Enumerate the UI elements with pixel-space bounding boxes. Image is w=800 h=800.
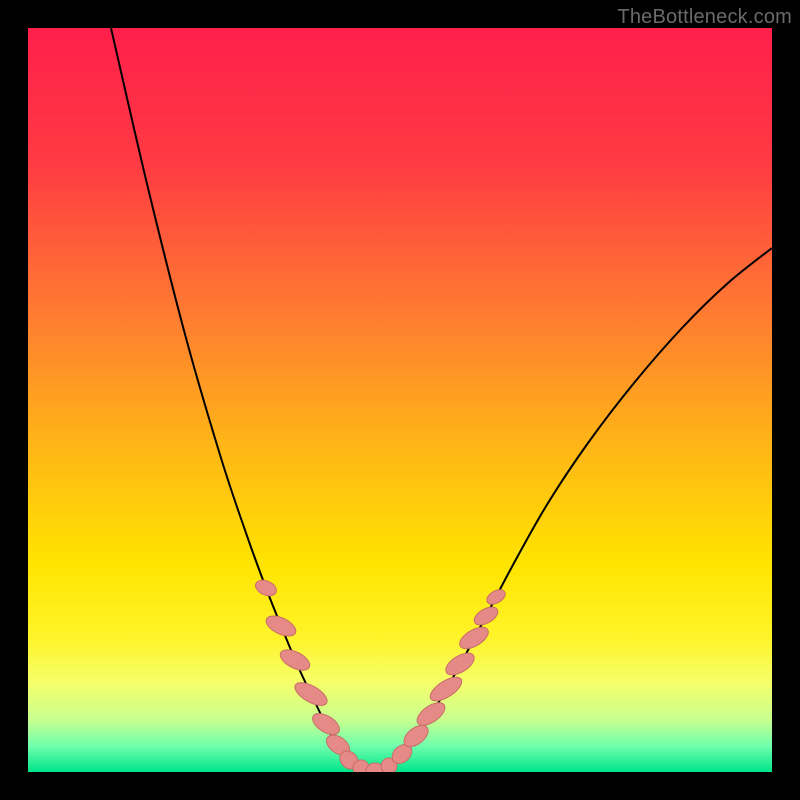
watermark-text: TheBottleneck.com — [617, 6, 792, 29]
chart-frame — [28, 28, 772, 772]
gradient-background — [28, 28, 772, 772]
bottleneck-plot — [28, 28, 772, 772]
